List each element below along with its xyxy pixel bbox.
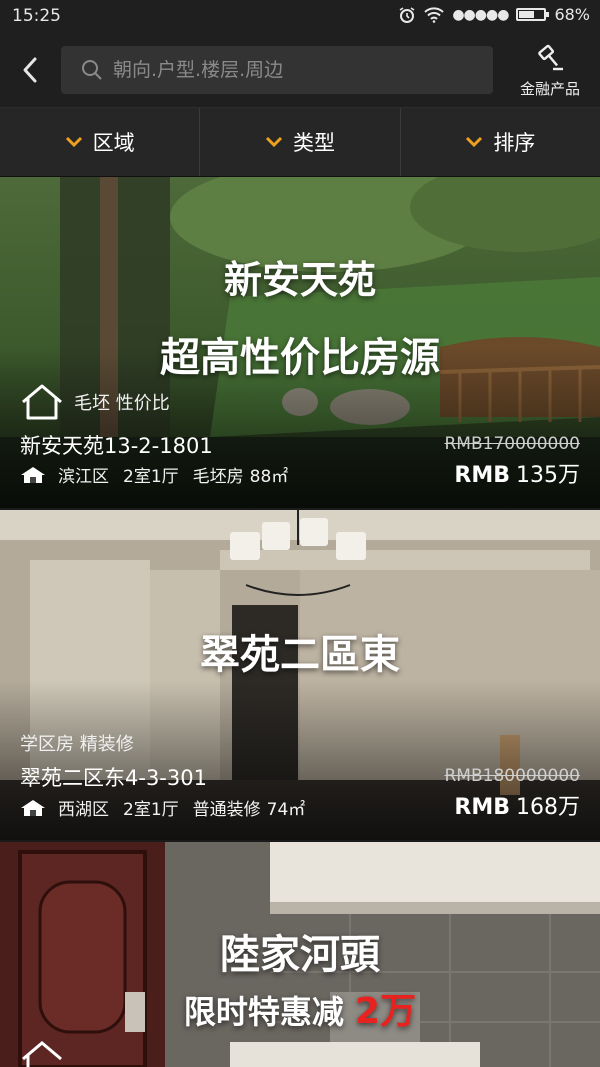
chevron-down-icon <box>65 136 83 148</box>
listing-area: 74㎡ <box>266 800 306 820</box>
listing-meta: 西湖区 2室1厅 普通装修 74㎡ <box>20 795 313 820</box>
promo-discount: 2万 <box>355 991 417 1032</box>
listing-card[interactable]: 新安天苑 超高性价比房源 毛坯 性价比 新安天苑13-2-1801 滨江区 2室… <box>0 177 600 508</box>
filter-region[interactable]: 区域 <box>0 108 201 176</box>
wifi-icon <box>424 6 445 23</box>
house-filled-icon <box>21 466 45 483</box>
original-price: RMB170000000 <box>444 434 581 454</box>
listing-district: 西湖区 <box>58 800 109 820</box>
promo-headline: 新安天苑 <box>223 258 376 302</box>
listing-layout: 2室1厅 <box>123 800 179 820</box>
listing-meta: 滨江区 2室1厅 毛坯房 88㎡ <box>20 462 296 487</box>
filter-bar: 区域 类型 排序 <box>0 108 600 177</box>
signal-dots: ●●●●● <box>452 6 509 23</box>
listing-card[interactable]: 翠苑二區東 学区房 精装修 翠苑二区东4-3-301 西湖区 2室1厅 普通装修… <box>0 510 600 840</box>
finance-products-label: 金融产品 <box>519 80 580 98</box>
listing-price: RMB 168万 <box>454 789 580 821</box>
promo-subheadline: 限时特惠减 2万 <box>0 982 600 1034</box>
status-bar: 15:25 ●●●●● 68% <box>0 0 600 32</box>
chevron-down-icon <box>265 136 283 148</box>
listing-name: 翠苑二区东4-3-301 <box>20 766 207 790</box>
chevron-down-icon <box>465 136 483 148</box>
price-value: 168万 <box>516 795 580 820</box>
listing-tags-text: 毛坯 性价比 <box>74 393 170 414</box>
back-button[interactable] <box>14 52 46 88</box>
listing-district: 滨江区 <box>58 467 109 487</box>
auction-hammer-icon <box>538 44 563 71</box>
listing-tags-text: 学区房 精装修 <box>20 734 134 755</box>
promo-headline: 陸家河頭 <box>220 932 380 978</box>
listing-price: RMB 135万 <box>454 457 580 489</box>
house-outline-icon <box>22 384 62 420</box>
filter-sort[interactable]: 排序 <box>401 108 600 176</box>
listing-card[interactable]: 陸家河頭 限时特惠减 2万 <box>0 842 600 1067</box>
house-outline-icon <box>22 1041 62 1067</box>
finance-products-button[interactable]: 金融产品 <box>510 42 590 99</box>
filter-sort-label: 排序 <box>493 131 536 155</box>
search-input[interactable] <box>111 58 475 82</box>
listing-name: 新安天苑13-2-1801 <box>20 434 213 458</box>
listing-decoration: 普通装修 <box>192 800 261 820</box>
promo-subheadline-text: 限时特惠减 <box>183 993 344 1031</box>
top-bar: 金融产品 <box>0 32 600 108</box>
battery-percent: 68% <box>554 5 590 24</box>
listing-tags: 学区房 精装修 <box>20 730 134 756</box>
price-currency: RMB <box>454 463 510 488</box>
original-price: RMB180000000 <box>444 766 581 786</box>
status-icons: ●●●●● 68% <box>398 5 590 24</box>
listing-area: 88㎡ <box>249 467 289 487</box>
search-icon <box>81 59 103 81</box>
filter-region-label: 区域 <box>92 131 135 155</box>
listing-tags: 毛坯 性价比 <box>20 383 170 421</box>
chevron-left-icon <box>23 57 37 83</box>
search-box[interactable] <box>61 46 493 94</box>
house-filled-icon <box>21 799 45 816</box>
battery-icon <box>516 8 550 21</box>
filter-type-label: 类型 <box>292 131 335 155</box>
price-value: 135万 <box>516 463 580 488</box>
promo-subheadline: 超高性价比房源 <box>160 335 440 381</box>
price-currency: RMB <box>454 795 510 820</box>
listing-decoration: 毛坯房 <box>192 467 244 487</box>
filter-type[interactable]: 类型 <box>200 108 401 176</box>
promo-headline: 翠苑二區東 <box>200 632 400 678</box>
status-time: 15:25 <box>12 6 61 26</box>
listing-layout: 2室1厅 <box>123 467 179 487</box>
alarm-icon <box>399 6 415 23</box>
